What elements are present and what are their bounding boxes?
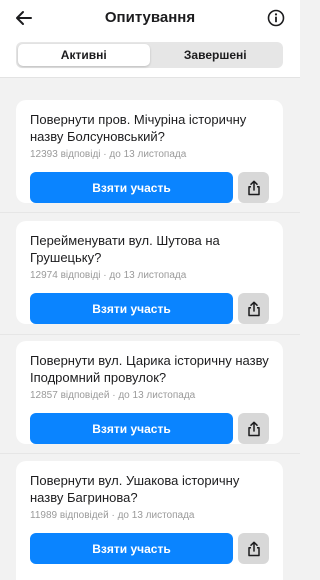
polls-screen: Опитування Активні Завершені Повернути п… [0, 0, 300, 580]
poll-title: Перейменувати вул. Шутова на Грушецьку? [30, 233, 220, 265]
share-icon [247, 180, 260, 195]
header: Опитування Активні Завершені [0, 0, 300, 78]
poll-card: Повернути пров. Мічуріна історичну назву… [16, 100, 283, 203]
poll-meta: 12857 відповідей · до 13 листопада [30, 390, 196, 401]
share-button[interactable] [238, 533, 269, 564]
divider [0, 212, 300, 213]
share-button[interactable] [238, 413, 269, 444]
poll-title: Повернути вул. Царика історичну назву Іп… [30, 353, 269, 385]
info-icon [267, 9, 285, 27]
participate-button[interactable]: Взяти участь [30, 172, 233, 203]
share-icon [247, 421, 260, 436]
poll-actions: Взяти участь [30, 293, 269, 324]
participate-button[interactable]: Взяти участь [30, 533, 233, 564]
poll-actions: Взяти участь [30, 172, 269, 203]
poll-meta: 11989 відповідей · до 13 листопада [30, 510, 195, 521]
poll-actions: Взяти участь [30, 533, 269, 564]
poll-card: Повернути вул. Ушакова історичну назву Б… [16, 461, 283, 580]
poll-title: Повернути пров. Мічуріна історичну назву… [30, 112, 247, 144]
poll-card: Повернути вул. Царика історичну назву Іп… [16, 341, 283, 444]
divider [0, 453, 300, 454]
share-button[interactable] [238, 172, 269, 203]
participate-button[interactable]: Взяти участь [30, 293, 233, 324]
poll-card: Перейменувати вул. Шутова на Грушецьку? … [16, 221, 283, 324]
divider [0, 334, 300, 335]
tab-active[interactable]: Активні [18, 44, 150, 66]
poll-actions: Взяти участь [30, 413, 269, 444]
share-button[interactable] [238, 293, 269, 324]
share-icon [247, 541, 260, 556]
page-title: Опитування [104, 9, 196, 26]
poll-meta: 12974 відповіді · до 13 листопада [30, 270, 187, 281]
share-icon [247, 301, 260, 316]
participate-button[interactable]: Взяти участь [30, 413, 233, 444]
info-button[interactable] [264, 6, 288, 30]
poll-title: Повернути вул. Ушакова історичну назву Б… [30, 473, 240, 505]
tab-completed[interactable]: Завершені [150, 44, 282, 66]
poll-meta: 12393 відповіді · до 13 листопада [30, 149, 187, 160]
status-segmented-control: Активні Завершені [16, 42, 283, 68]
